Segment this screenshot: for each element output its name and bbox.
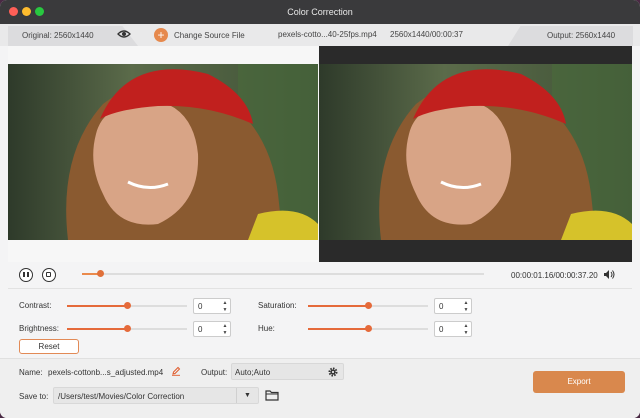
brightness-stepper[interactable]: 0 ▲ ▼ <box>193 321 231 337</box>
output-format-field[interactable]: Auto;Auto <box>231 363 344 380</box>
window-title: Color Correction <box>287 7 353 17</box>
pause-button[interactable] <box>19 268 33 282</box>
change-source-file-label: Change Source File <box>174 30 245 40</box>
output-file-name: pexels-cottonb...s_adjusted.mp4 <box>48 368 164 377</box>
stop-icon <box>46 272 51 277</box>
brightness-slider-handle[interactable] <box>124 325 131 332</box>
brightness-label: Brightness: <box>19 324 60 333</box>
title-bar: Color Correction <box>0 0 640 24</box>
reset-button[interactable]: Reset <box>19 339 79 354</box>
chevron-down-icon[interactable]: ▼ <box>463 330 469 336</box>
saturation-slider[interactable] <box>308 302 428 309</box>
playback-timeline[interactable] <box>82 270 484 277</box>
saturation-slider-handle[interactable] <box>365 302 372 309</box>
hue-label: Hue: <box>258 324 275 333</box>
change-source-file-button[interactable]: + Change Source File <box>154 27 254 43</box>
color-correction-window: Color Correction Original: 2560x1440 + C… <box>0 0 640 418</box>
save-to-label: Save to: <box>19 392 49 401</box>
plus-icon: + <box>154 28 168 42</box>
controls-divider <box>8 288 632 289</box>
gear-icon[interactable] <box>327 366 339 380</box>
stop-button[interactable] <box>42 268 56 282</box>
chevron-up-icon[interactable]: ▲ <box>463 300 469 306</box>
timeline-handle[interactable] <box>97 270 105 277</box>
saturation-label: Saturation: <box>258 301 297 310</box>
name-label: Name: <box>19 368 43 377</box>
edit-name-icon[interactable] <box>171 366 181 378</box>
hue-slider-handle[interactable] <box>365 325 372 332</box>
hue-value: 0 <box>439 325 444 334</box>
output-resolution-label: Output: 2560x1440 <box>547 31 616 40</box>
eye-icon[interactable] <box>117 29 131 41</box>
contrast-label: Contrast: <box>19 301 52 310</box>
source-file-name: pexels-cotto...40-25fps.mp4 <box>278 30 377 39</box>
output-format-value: Auto;Auto <box>235 368 271 377</box>
hue-slider[interactable] <box>308 325 428 332</box>
save-to-path-field[interactable]: /Users/test/Movies/Color Correction ▼ <box>53 387 259 404</box>
export-button[interactable]: Export <box>533 371 625 393</box>
chevron-up-icon[interactable]: ▲ <box>222 300 228 306</box>
hue-stepper[interactable]: 0 ▲ ▼ <box>434 321 472 337</box>
pause-icon <box>23 272 25 277</box>
saturation-stepper[interactable]: 0 ▲ ▼ <box>434 298 472 314</box>
original-video-preview <box>8 64 318 240</box>
save-to-path: /Users/test/Movies/Color Correction <box>58 392 185 401</box>
original-resolution-label: Original: 2560x1440 <box>22 31 94 40</box>
playback-time: 00:00:01.16/00:00:37.20 <box>511 271 598 280</box>
chevron-down-icon[interactable]: ▼ <box>236 388 258 403</box>
chevron-down-icon[interactable]: ▼ <box>463 307 469 313</box>
chevron-up-icon[interactable]: ▲ <box>222 323 228 329</box>
saturation-value: 0 <box>439 302 444 311</box>
output-video-preview <box>319 46 632 262</box>
brightness-value: 0 <box>198 325 203 334</box>
output-format-label: Output: <box>201 368 228 377</box>
brightness-slider[interactable] <box>67 325 187 332</box>
contrast-stepper[interactable]: 0 ▲ ▼ <box>193 298 231 314</box>
chevron-up-icon[interactable]: ▲ <box>463 323 469 329</box>
contrast-value: 0 <box>198 302 203 311</box>
contrast-slider-handle[interactable] <box>124 302 131 309</box>
contrast-slider[interactable] <box>67 302 187 309</box>
chevron-down-icon[interactable]: ▼ <box>222 307 228 313</box>
chevron-down-icon[interactable]: ▼ <box>222 330 228 336</box>
source-file-resolution: 2560x1440/00:00:37 <box>390 30 463 39</box>
folder-icon[interactable] <box>265 389 279 403</box>
volume-icon[interactable] <box>603 269 615 282</box>
